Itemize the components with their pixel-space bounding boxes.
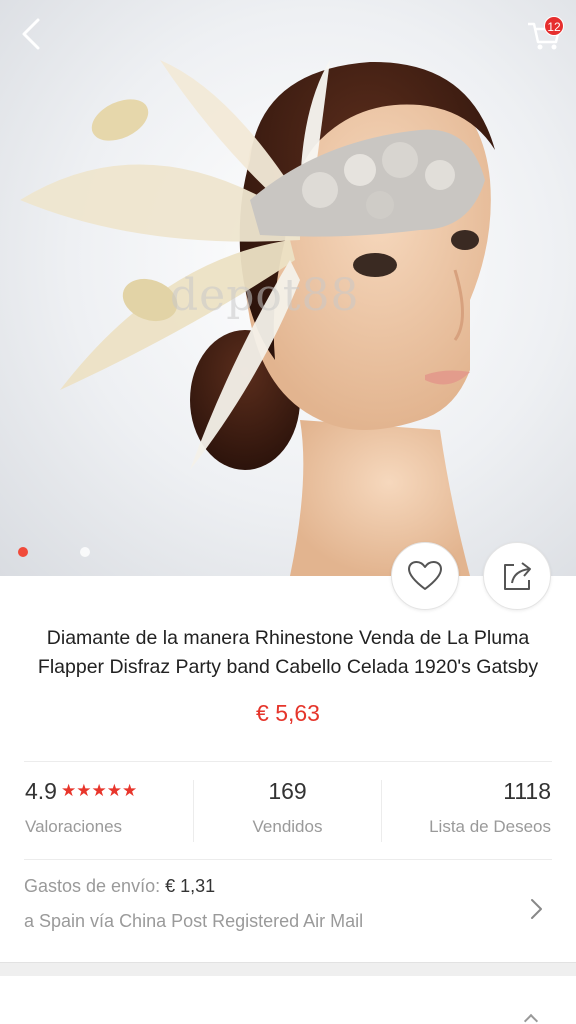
chevron-left-icon [22,18,40,50]
sold-label: Vendidos [252,817,323,836]
heart-outline-icon [408,561,442,590]
rating-label: Valoraciones [25,817,123,836]
shipping-info-row[interactable]: Gastos de envío: € 1,31 a Spain vía Chin… [24,876,552,948]
watermark-text: depot88 [170,270,360,321]
pagination-dot[interactable] [80,547,90,557]
product-title: Diamante de la manera Rhinestone Venda d… [37,627,539,678]
stats-separator [381,780,382,842]
pagination-dot-active[interactable] [18,547,28,557]
back-button[interactable] [16,14,52,54]
next-section [0,976,576,1024]
product-stats: 4.9 ★★★★★ Valoraciones 169 Vendidos 1118 … [0,778,576,850]
product-image-gallery[interactable]: depot88 12 [0,0,576,576]
shipping-cost: € 1,31 [165,876,216,896]
sold-value: 169 [268,778,307,804]
stats-separator [193,780,194,842]
section-separator [0,962,576,976]
sold-stat: 169 Vendidos [194,778,381,837]
rating-stars-icon: ★★★★★ [60,781,138,800]
divider [24,761,552,762]
wishlist-label: Lista de Deseos [429,817,551,836]
cart-count-badge: 12 [544,16,564,36]
cart-button[interactable]: 12 [524,14,564,54]
shipping-label: Gastos de envío: [24,876,161,896]
wishlist-value: 1118 [503,778,551,804]
product-price: € 5,63 [256,700,320,726]
divider [24,859,552,860]
rating-stat[interactable]: 4.9 ★★★★★ Valoraciones [25,778,137,837]
gallery-pagination [18,547,90,557]
shipping-destination: a Spain vía China Post Registered Air Ma… [24,911,364,931]
chevron-right-icon [531,899,542,919]
wishlist-stat: 1118 Lista de Deseos [429,778,551,837]
share-button[interactable] [483,542,551,610]
add-to-wishlist-button[interactable] [391,542,459,610]
share-icon [504,562,531,590]
rating-value: 4.9 [25,778,57,804]
